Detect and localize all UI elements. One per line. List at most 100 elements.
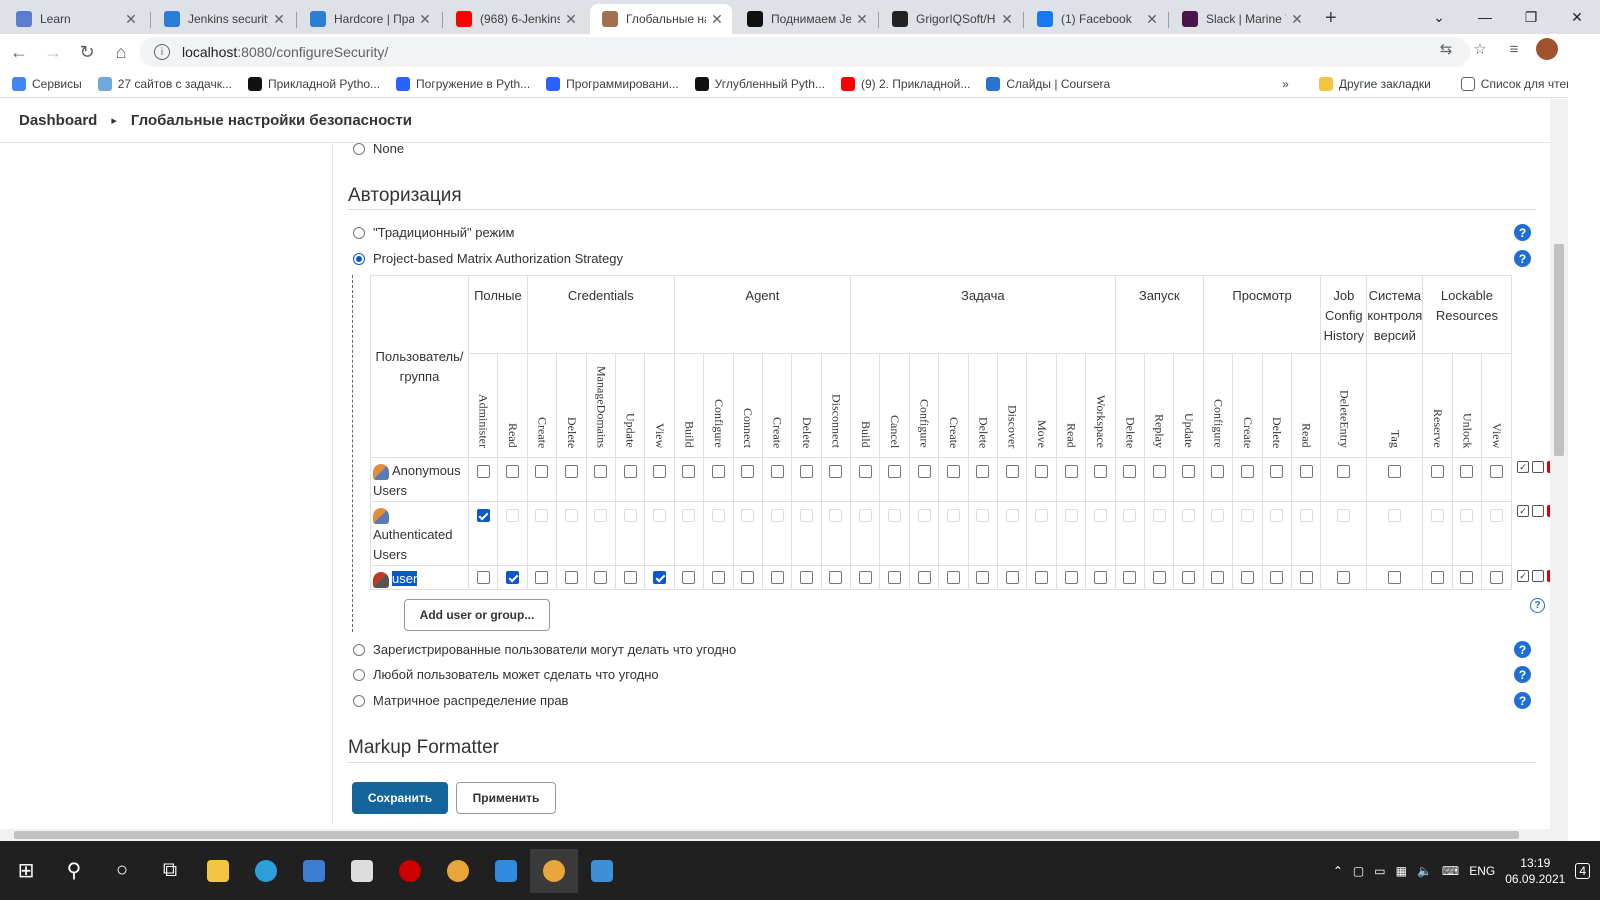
permission-checkbox[interactable] — [506, 465, 520, 479]
permission-checkbox[interactable] — [888, 465, 902, 479]
browser-tab[interactable]: (1) Facebook ✕ — [1025, 4, 1167, 34]
add-user-or-group-button[interactable]: Add user or group... — [404, 599, 550, 631]
permission-checkbox[interactable] — [1182, 465, 1196, 479]
auth-radio-project-matrix[interactable] — [353, 252, 365, 265]
browser-tab[interactable]: Jenkins security ✕ — [152, 4, 294, 34]
permission-checkbox[interactable] — [799, 465, 813, 479]
permission-checkbox[interactable] — [711, 509, 725, 523]
permission-checkbox[interactable] — [623, 509, 637, 523]
permission-checkbox[interactable] — [770, 465, 784, 479]
permission-checkbox[interactable] — [682, 571, 696, 585]
permission-checkbox[interactable] — [1035, 465, 1049, 479]
permission-checkbox[interactable] — [1489, 571, 1503, 585]
store-icon[interactable] — [338, 849, 386, 893]
translate-icon[interactable]: ⇆ — [1434, 37, 1458, 61]
bookmark-item[interactable]: Углубленный Pyth... — [694, 76, 825, 91]
permission-checkbox[interactable] — [1064, 571, 1078, 585]
permission-checkbox[interactable] — [1123, 571, 1137, 585]
close-window-button[interactable]: ✕ — [1554, 0, 1600, 34]
permission-checkbox[interactable] — [535, 571, 549, 585]
permission-checkbox[interactable] — [653, 571, 667, 585]
browser-tab[interactable]: Поднимаем Jen ✕ — [735, 4, 877, 34]
permission-checkbox[interactable] — [741, 571, 755, 585]
permission-checkbox[interactable] — [1035, 509, 1049, 523]
help-icon[interactable]: ? — [1514, 641, 1531, 658]
mail-icon[interactable] — [482, 849, 530, 893]
tab-close-icon[interactable]: ✕ — [855, 11, 869, 28]
address-bar[interactable]: i localhost:8080/configureSecurity/ — [140, 37, 1470, 67]
auth-radio-global-matrix[interactable] — [353, 694, 365, 707]
permission-checkbox[interactable] — [1240, 571, 1254, 585]
select-all-icon[interactable]: ✓ — [1517, 505, 1529, 517]
profile-menu-icon[interactable]: ⌄ — [1416, 0, 1462, 34]
permission-checkbox[interactable] — [1005, 509, 1019, 523]
permission-checkbox[interactable] — [1460, 465, 1474, 479]
permission-checkbox[interactable] — [1093, 465, 1107, 479]
tab-close-icon[interactable]: ✕ — [418, 11, 432, 28]
permission-checkbox[interactable] — [1152, 465, 1166, 479]
permission-checkbox[interactable] — [829, 509, 843, 523]
permission-checkbox[interactable] — [594, 509, 608, 523]
notifications-icon[interactable]: 4 — [1575, 862, 1590, 879]
permission-checkbox[interactable] — [858, 509, 872, 523]
permission-checkbox[interactable] — [1064, 509, 1078, 523]
network-icon[interactable]: ▦ — [1396, 864, 1407, 878]
browser-tab[interactable]: Slack | Marine Y ✕ — [1170, 4, 1312, 34]
permission-checkbox[interactable] — [1431, 509, 1445, 523]
vertical-scroll-thumb[interactable] — [1554, 244, 1564, 456]
permission-checkbox[interactable] — [1388, 571, 1402, 585]
bookmark-item[interactable]: Слайды | Coursera — [986, 76, 1110, 91]
permission-checkbox[interactable] — [653, 465, 667, 479]
tab-close-icon[interactable]: ✕ — [124, 11, 138, 28]
browser-tab[interactable]: (968) 6-Jenkins ✕ — [444, 4, 586, 34]
permission-checkbox[interactable] — [564, 571, 578, 585]
permission-checkbox[interactable] — [976, 465, 990, 479]
forward-button[interactable]: → — [38, 37, 68, 67]
auth-option-project-matrix[interactable]: Project-based Matrix Authorization Strat… — [353, 251, 623, 266]
horizontal-scrollbar[interactable] — [0, 829, 1568, 841]
permission-checkbox[interactable] — [1299, 571, 1313, 585]
permission-checkbox[interactable] — [1005, 465, 1019, 479]
permission-checkbox[interactable] — [946, 509, 960, 523]
permission-checkbox[interactable] — [1123, 509, 1137, 523]
permission-checkbox[interactable] — [946, 465, 960, 479]
permission-checkbox[interactable] — [1431, 571, 1445, 585]
help-icon[interactable]: ? — [1530, 598, 1545, 613]
chrome-icon[interactable] — [434, 849, 482, 893]
permission-checkbox[interactable] — [1005, 571, 1019, 585]
permission-checkbox[interactable] — [1337, 509, 1351, 523]
permission-checkbox[interactable] — [564, 465, 578, 479]
cortana-icon[interactable]: ○ — [98, 849, 146, 893]
edge-icon[interactable] — [242, 849, 290, 893]
permission-checkbox[interactable] — [1388, 465, 1402, 479]
browser-tab[interactable]: GrigorIQSoft/H ✕ — [880, 4, 1022, 34]
permission-checkbox[interactable] — [741, 509, 755, 523]
permission-checkbox[interactable] — [799, 509, 813, 523]
permission-checkbox[interactable] — [1240, 465, 1254, 479]
permission-checkbox[interactable] — [1337, 465, 1351, 479]
permission-checkbox[interactable] — [711, 571, 725, 585]
search-icon[interactable]: ⚲ — [50, 849, 98, 893]
permission-checkbox[interactable] — [1270, 571, 1284, 585]
permission-checkbox[interactable] — [829, 571, 843, 585]
bookmark-item[interactable]: Программировани... — [546, 76, 679, 91]
permission-checkbox[interactable] — [535, 509, 549, 523]
permission-checkbox[interactable] — [653, 509, 667, 523]
permission-checkbox[interactable] — [1064, 465, 1078, 479]
permission-checkbox[interactable] — [770, 571, 784, 585]
unselect-all-icon[interactable] — [1532, 570, 1544, 582]
bookmarks-more-button[interactable]: » — [1282, 77, 1289, 91]
permission-checkbox[interactable] — [858, 571, 872, 585]
breadcrumb-current-page[interactable]: Глобальные настройки безопасности — [131, 112, 412, 129]
home-button[interactable]: ⌂ — [106, 37, 136, 67]
help-icon[interactable]: ? — [1514, 224, 1531, 241]
permission-checkbox[interactable] — [1270, 465, 1284, 479]
site-info-icon[interactable]: i — [154, 44, 170, 60]
auth-option-global-matrix[interactable]: Матричное распределение прав — [353, 693, 568, 708]
help-icon[interactable]: ? — [1514, 250, 1531, 267]
permission-checkbox[interactable] — [506, 509, 520, 523]
auth-option-unsecured[interactable]: Любой пользователь может сделать что уго… — [353, 667, 659, 682]
chrome-active-icon[interactable] — [530, 848, 578, 893]
permission-checkbox[interactable] — [1093, 571, 1107, 585]
other-bookmarks-folder[interactable]: Другие закладки — [1318, 77, 1431, 91]
